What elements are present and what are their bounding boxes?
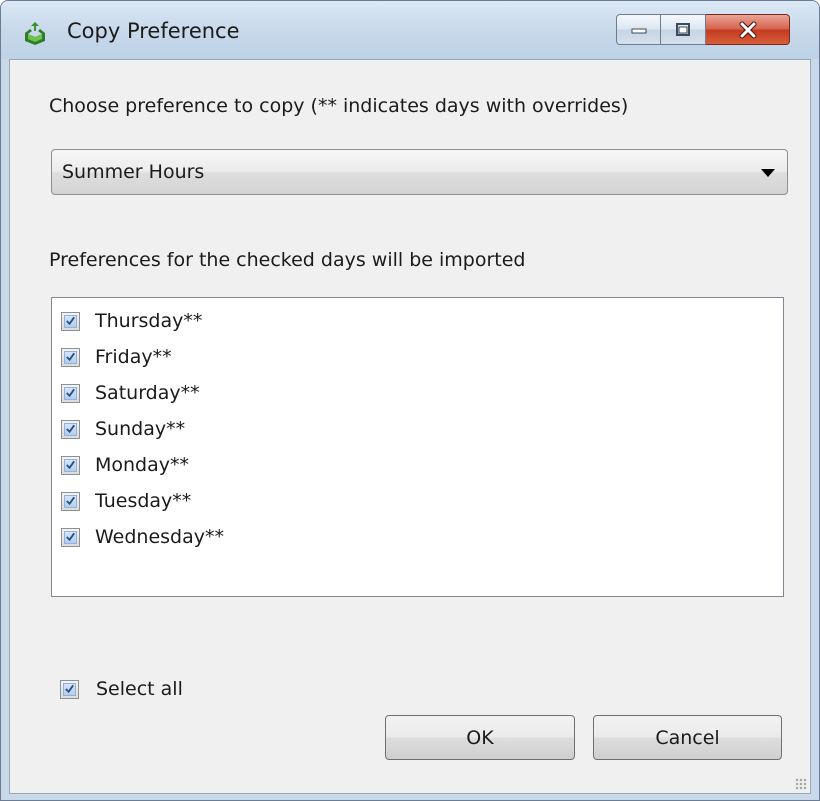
- list-item-saturday[interactable]: Saturday**: [61, 376, 200, 410]
- list-item-thursday[interactable]: Thursday**: [61, 304, 202, 338]
- resize-grip[interactable]: [795, 778, 807, 790]
- list-item-label: Friday**: [95, 346, 172, 368]
- select-all-checkbox[interactable]: Select all: [60, 672, 183, 706]
- title-bar[interactable]: Copy Preference: [1, 1, 819, 59]
- checkmark-icon: [66, 496, 75, 506]
- checkbox[interactable]: [61, 347, 80, 367]
- preference-select-value: Summer Hours: [62, 161, 205, 183]
- maximize-button[interactable]: [661, 14, 706, 45]
- ok-button[interactable]: OK: [385, 715, 575, 760]
- dialog-window: Copy Preference Choose preference to cop…: [0, 0, 820, 801]
- checkbox[interactable]: [60, 679, 79, 699]
- list-item-sunday[interactable]: Sunday**: [61, 412, 185, 446]
- list-item-monday[interactable]: Monday**: [61, 448, 189, 482]
- checkmark-icon: [66, 388, 75, 398]
- checkmark-icon: [66, 352, 75, 362]
- checkbox[interactable]: [61, 311, 80, 331]
- checkbox[interactable]: [61, 383, 80, 403]
- checkmark-icon: [66, 532, 75, 542]
- chevron-down-icon: [761, 169, 775, 177]
- list-item-label: Saturday**: [95, 382, 200, 404]
- maximize-icon: [676, 22, 690, 36]
- select-all-label: Select all: [96, 678, 183, 700]
- list-item-label: Thursday**: [95, 310, 203, 332]
- prompt-label: Choose preference to copy (** indicates …: [49, 95, 629, 117]
- checkmark-icon: [66, 424, 75, 434]
- close-icon: [739, 21, 756, 38]
- minimize-icon: [631, 28, 646, 33]
- cancel-button[interactable]: Cancel: [593, 715, 782, 760]
- checkbox[interactable]: [61, 491, 80, 511]
- list-item-tuesday[interactable]: Tuesday**: [61, 484, 191, 518]
- checkmark-icon: [65, 684, 74, 694]
- checkmark-icon: [66, 460, 75, 470]
- days-listbox[interactable]: Thursday** Friday** Saturday** Sunday** …: [51, 297, 784, 597]
- list-item-label: Wednesday**: [95, 526, 225, 548]
- window-title: Copy Preference: [67, 19, 240, 43]
- list-item-label: Tuesday**: [95, 490, 192, 512]
- copy-preference-app-icon: [25, 22, 45, 45]
- list-item-label: Monday**: [95, 454, 190, 476]
- close-button[interactable]: [706, 14, 790, 45]
- list-item-label: Sunday**: [95, 418, 186, 440]
- checkbox[interactable]: [61, 527, 80, 547]
- preference-select[interactable]: Summer Hours: [51, 149, 788, 195]
- checkmark-icon: [66, 316, 75, 326]
- list-item-wednesday[interactable]: Wednesday**: [61, 520, 224, 554]
- checkbox[interactable]: [61, 455, 80, 475]
- minimize-button[interactable]: [616, 14, 661, 45]
- checkbox[interactable]: [61, 419, 80, 439]
- list-item-friday[interactable]: Friday**: [61, 340, 172, 374]
- days-label: Preferences for the checked days will be…: [49, 249, 526, 271]
